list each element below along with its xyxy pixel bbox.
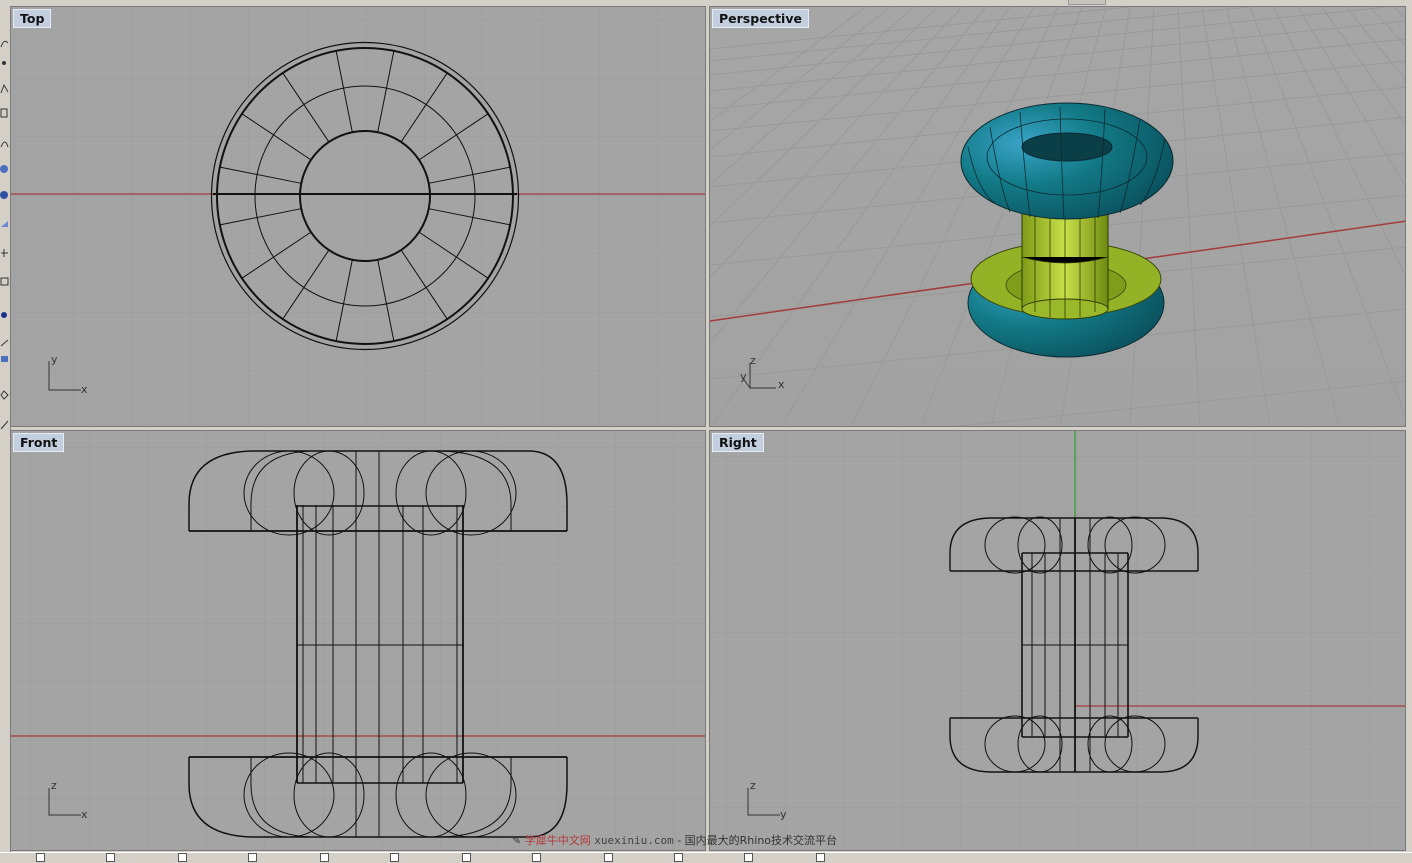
viewport-title-right[interactable]: Right bbox=[712, 433, 764, 452]
arc-tool-icon[interactable] bbox=[0, 134, 9, 148]
axis-label-x: x bbox=[778, 378, 785, 391]
polyline-tool-icon[interactable] bbox=[0, 80, 9, 94]
axis-label-v: z bbox=[51, 779, 57, 792]
axis-label-v: y bbox=[51, 353, 58, 366]
front-view-canvas: z x bbox=[11, 431, 705, 850]
viewport-title-perspective[interactable]: Perspective bbox=[712, 9, 809, 28]
dimension-tool-icon[interactable] bbox=[0, 334, 9, 347]
render-tool-icon[interactable] bbox=[0, 306, 9, 318]
viewport-title-front[interactable]: Front bbox=[13, 433, 65, 452]
transform-tool-icon[interactable] bbox=[0, 244, 9, 257]
surface-tool-icon[interactable] bbox=[0, 214, 9, 227]
axis-label-h: y bbox=[780, 808, 787, 821]
watermark-site: xuexiniu.com bbox=[594, 834, 674, 847]
watermark-logo-icon: ✎ bbox=[512, 834, 522, 847]
viewport-right[interactable]: z y Right bbox=[709, 430, 1406, 851]
sphere-tool-icon[interactable] bbox=[0, 160, 9, 173]
right-view-canvas: z y bbox=[710, 431, 1405, 850]
axis-label-v: z bbox=[750, 779, 756, 792]
axis-label-y: y bbox=[740, 370, 747, 383]
grid bbox=[11, 7, 705, 426]
cylinder-body bbox=[1021, 204, 1109, 320]
select-tool-icon[interactable] bbox=[0, 350, 9, 362]
upper-torus bbox=[960, 102, 1174, 220]
watermark: ✎ 学犀牛中文网 xuexiniu.com - 国内最大的Rhino技术交流平台 bbox=[512, 832, 837, 850]
viewport-perspective[interactable]: z y x Perspective bbox=[709, 6, 1406, 427]
solid-tool-icon[interactable] bbox=[0, 186, 9, 199]
osnap-bar bbox=[0, 852, 1412, 863]
curve-tool-icon[interactable] bbox=[0, 34, 9, 48]
toolbar-grip[interactable] bbox=[1068, 0, 1106, 5]
axis-label-h: x bbox=[81, 808, 88, 821]
point-tool-icon[interactable] bbox=[0, 54, 9, 66]
analyze-tool-icon[interactable] bbox=[0, 386, 9, 400]
edit-tool-icon[interactable] bbox=[0, 416, 9, 430]
viewport-front[interactable]: z x Front bbox=[10, 430, 706, 851]
perspective-view-canvas: z y x bbox=[710, 7, 1405, 426]
watermark-logo: 学犀牛中文网 bbox=[524, 834, 591, 847]
rectangle-tool-icon[interactable] bbox=[0, 104, 9, 118]
top-view-canvas: y x bbox=[11, 7, 705, 426]
mesh-tool-icon[interactable] bbox=[0, 272, 9, 286]
watermark-tagline: - 国内最大的Rhino技术交流平台 bbox=[677, 834, 838, 847]
axis-label-h: x bbox=[81, 383, 88, 396]
axis-label-z: z bbox=[750, 354, 756, 367]
viewport-title-top[interactable]: Top bbox=[13, 9, 52, 28]
viewport-top[interactable]: y x Top bbox=[10, 6, 706, 427]
